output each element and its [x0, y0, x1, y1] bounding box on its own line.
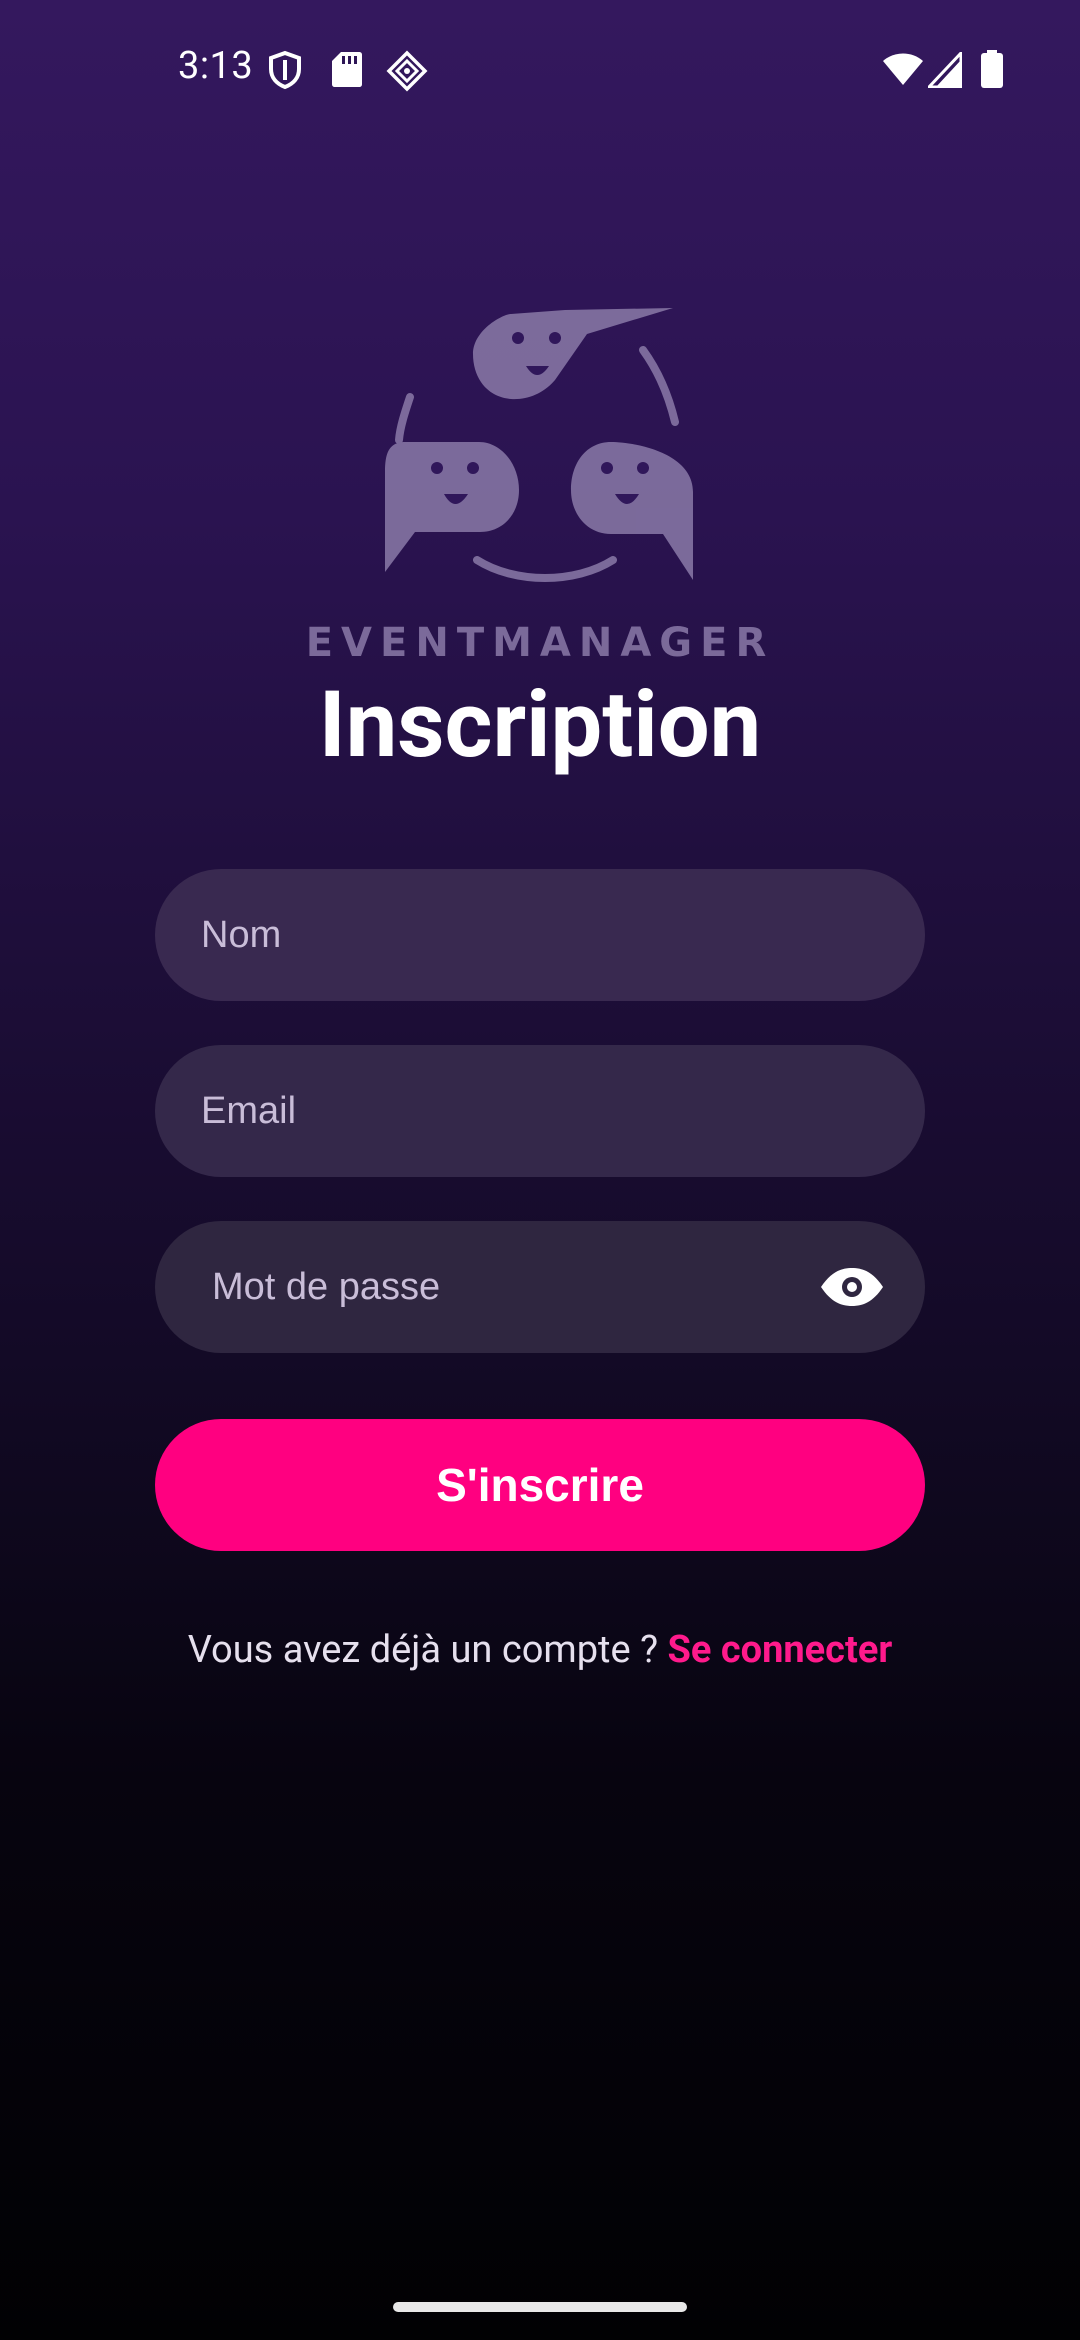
email-field-container[interactable] [155, 1045, 925, 1177]
name-field-container[interactable] [155, 869, 925, 1001]
name-input[interactable] [199, 912, 925, 958]
email-input[interactable] [199, 1088, 925, 1134]
status-bar: 3:13 [0, 0, 1080, 140]
login-link[interactable]: Se connecter [667, 1628, 892, 1672]
logo-wordmark: EVENTMANAGER [305, 620, 775, 666]
password-input[interactable] [210, 1264, 819, 1310]
page-title: Inscription [318, 672, 762, 779]
home-indicator[interactable] [393, 2302, 687, 2312]
signup-button[interactable]: S'inscrire [155, 1419, 925, 1551]
eventmanager-logo [385, 308, 693, 582]
status-time: 3:13 [178, 44, 254, 88]
login-prompt: Vous avez déjà un compte ? Se connecter [0, 1628, 1080, 1672]
battery-icon [981, 50, 1003, 88]
login-prompt-text: Vous avez déjà un compte ? [187, 1628, 668, 1672]
eye-icon[interactable] [819, 1267, 885, 1307]
signal-icon [928, 52, 962, 88]
wifi-icon [883, 53, 923, 85]
shield-icon [269, 50, 301, 90]
vpn-diamond-icon [386, 50, 428, 92]
sd-card-icon [332, 52, 362, 87]
password-field-container[interactable] [155, 1221, 925, 1353]
